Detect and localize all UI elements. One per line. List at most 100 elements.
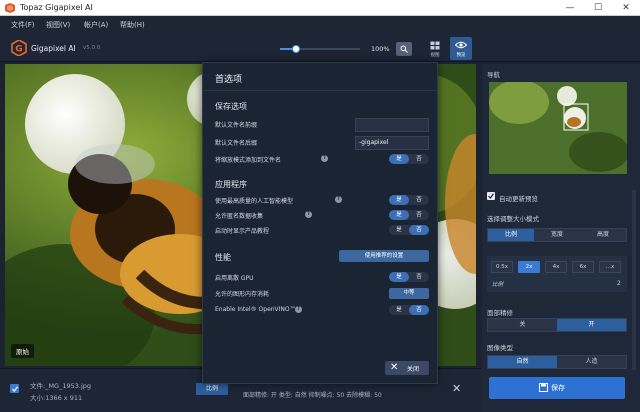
- face-refine-off[interactable]: 关: [488, 319, 557, 331]
- toggle-no[interactable]: 否: [409, 210, 429, 220]
- openvino-toggle[interactable]: 是 否: [389, 305, 429, 315]
- best-model-toggle[interactable]: 是 否: [389, 195, 429, 205]
- resize-mode-width[interactable]: 宽度: [534, 229, 580, 241]
- add-scale-label: 将缩放模式添加到文件名: [215, 157, 282, 164]
- zoom-button[interactable]: [396, 42, 412, 56]
- remove-file-icon[interactable]: ✕: [452, 382, 461, 395]
- face-refine-on[interactable]: 开: [557, 319, 626, 331]
- show-tutorial-toggle[interactable]: 是 否: [389, 225, 429, 235]
- prefix-input[interactable]: [355, 118, 429, 132]
- toggle-no[interactable]: 否: [409, 272, 429, 282]
- maximize-button[interactable]: ☐: [584, 0, 612, 16]
- image-type-selector: 自然 人造: [487, 355, 627, 369]
- dialog-title: 首选项: [215, 75, 243, 85]
- auto-update-checkbox[interactable]: [487, 192, 495, 200]
- help-icon[interactable]: ?: [335, 196, 342, 203]
- navigator-image: [489, 82, 627, 174]
- memory-select[interactable]: 中等: [389, 288, 429, 299]
- dialog-divider: [203, 90, 437, 91]
- face-refine-selector: 关 开: [487, 318, 627, 332]
- resize-mode-selector: 比例 宽度 高度: [487, 228, 627, 242]
- toggle-no[interactable]: 否: [409, 225, 429, 235]
- right-panel-scrollbar[interactable]: [632, 190, 636, 370]
- window-title: Topaz Gigapixel AI: [20, 3, 93, 12]
- title-bar: Topaz Gigapixel AI — ☐ ✕: [0, 0, 640, 16]
- auto-update-label: 自动更新预览: [499, 195, 538, 203]
- checkmark-icon: [488, 193, 494, 199]
- processing-info: 面部精修: 开 类型: 自然 抑制噪点: 50 去除模糊: 50: [243, 392, 382, 399]
- navigator-label: 导航: [487, 71, 500, 79]
- close-window-button[interactable]: ✕: [612, 0, 640, 16]
- toggle-yes[interactable]: 是: [389, 225, 409, 235]
- scale-custom-button[interactable]: ...x: [599, 261, 621, 273]
- scale-4x-button[interactable]: 4x: [545, 261, 567, 273]
- save-options-heading: 保存选项: [215, 102, 247, 111]
- menu-bar: 文件(F) 视图(V) 帐户(A) 帮助(H): [0, 16, 640, 34]
- image-type-artificial[interactable]: 人造: [557, 356, 626, 368]
- discrete-gpu-label: 启用离散 GPU: [215, 275, 254, 282]
- preview-button-label: 预览: [456, 53, 466, 58]
- split-view-icon: [430, 41, 440, 50]
- anon-data-label: 允许匿名数据收集: [215, 213, 264, 220]
- scale-0-5x-button[interactable]: 0.5x: [491, 261, 513, 273]
- discrete-gpu-toggle[interactable]: 是 否: [389, 272, 429, 282]
- scale-label: 比例: [492, 282, 504, 288]
- help-icon[interactable]: ?: [305, 211, 312, 218]
- save-button-label: 保存: [551, 384, 565, 392]
- application-heading: 应用程序: [215, 180, 247, 189]
- help-icon[interactable]: ?: [321, 155, 328, 162]
- toggle-yes[interactable]: 是: [389, 272, 409, 282]
- preview-button[interactable]: 预览: [450, 37, 472, 60]
- toggle-yes[interactable]: 是: [389, 210, 409, 220]
- menu-view[interactable]: 视图(V): [46, 19, 70, 31]
- image-type-natural[interactable]: 自然: [488, 356, 557, 368]
- resize-mode-label: 选择调整大小模式: [487, 215, 539, 223]
- face-refine-label: 面部精修: [487, 309, 513, 317]
- toggle-yes[interactable]: 是: [389, 305, 409, 315]
- scale-value: 2: [617, 280, 621, 287]
- recommended-settings-button[interactable]: 使用推荐的设置: [339, 250, 429, 262]
- toggle-yes[interactable]: 是: [389, 195, 409, 205]
- zoom-slider-handle[interactable]: [292, 45, 300, 53]
- anon-data-toggle[interactable]: 是 否: [389, 210, 429, 220]
- toggle-no[interactable]: 否: [409, 154, 429, 164]
- best-model-label: 使用最高质量的人工智能模型: [215, 198, 294, 205]
- scale-2x-button[interactable]: 2x: [518, 261, 540, 273]
- performance-heading: 性能: [215, 253, 231, 262]
- view-button-label: 视图: [430, 53, 440, 58]
- memory-label: 允许的图形内存消耗: [215, 291, 270, 298]
- toggle-no[interactable]: 否: [409, 195, 429, 205]
- add-scale-toggle[interactable]: 是 否: [389, 154, 429, 164]
- scale-6x-button[interactable]: 6x: [572, 261, 594, 273]
- original-label[interactable]: 原始: [11, 344, 34, 358]
- resize-mode-height[interactable]: 高度: [580, 229, 626, 241]
- file-size: 大小:1366 x 911: [30, 394, 83, 402]
- bottom-scale-button[interactable]: 比例: [196, 383, 228, 395]
- toggle-yes[interactable]: 是: [389, 154, 409, 164]
- navigator-thumbnail[interactable]: [489, 82, 627, 174]
- checkmark-icon: [11, 385, 18, 392]
- menu-help[interactable]: 帮助(H): [120, 19, 145, 31]
- toggle-no[interactable]: 否: [409, 305, 429, 315]
- gigapixel-logo-icon: G: [11, 40, 27, 56]
- image-type-label: 图像类型: [487, 344, 513, 352]
- suffix-input[interactable]: -gigapixel: [355, 136, 429, 150]
- file-select-checkbox[interactable]: [10, 384, 19, 393]
- save-button[interactable]: 保存: [489, 377, 625, 399]
- view-button[interactable]: 视图: [424, 37, 446, 60]
- eye-icon: [455, 41, 467, 49]
- menu-file[interactable]: 文件(F): [11, 19, 35, 31]
- save-icon: [539, 383, 548, 392]
- close-dialog-button[interactable]: ✕ 关闭: [385, 361, 429, 375]
- close-dialog-label: 关闭: [407, 366, 420, 373]
- menu-account[interactable]: 帐户(A): [84, 19, 108, 31]
- show-tutorial-label: 启动时显示产品教程: [215, 228, 270, 235]
- resize-mode-scale[interactable]: 比例: [488, 229, 534, 241]
- help-icon[interactable]: ?: [295, 306, 302, 313]
- prefix-label: 默认文件名前缀: [215, 122, 258, 129]
- file-name: 文件:_MG_1953.jpg: [30, 382, 92, 390]
- zoom-value: 100%: [371, 45, 390, 53]
- app-version: v5.0.0: [83, 45, 101, 51]
- minimize-button[interactable]: —: [556, 0, 584, 16]
- suffix-label: 默认文件名后缀: [215, 140, 258, 147]
